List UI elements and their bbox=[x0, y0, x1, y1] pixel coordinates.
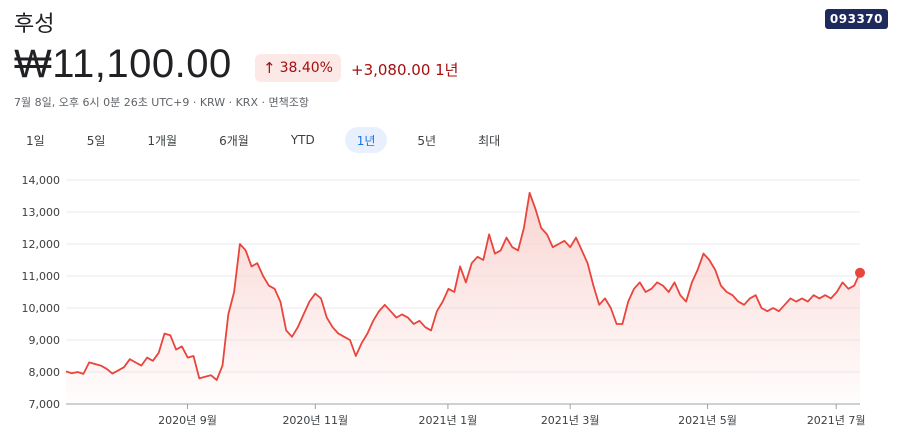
range-button-1[interactable]: 5일 bbox=[75, 127, 118, 153]
x-tick-label: 2020년 9월 bbox=[158, 414, 217, 427]
range-selector: 1일 5일 1개월 6개월 YTD 1년 5년 최대 bbox=[14, 127, 530, 153]
price-meta: 7월 8일, 오후 6시 0분 26초 UTC+9 · KRW · KRX · … bbox=[14, 96, 309, 109]
y-tick-label: 10,000 bbox=[22, 302, 61, 315]
y-tick-label: 11,000 bbox=[22, 270, 61, 283]
range-button-6[interactable]: 5년 bbox=[405, 127, 448, 153]
y-tick-label: 13,000 bbox=[22, 206, 61, 219]
y-tick-label: 8,000 bbox=[29, 366, 61, 379]
y-tick-label: 12,000 bbox=[22, 238, 61, 251]
range-button-4[interactable]: YTD bbox=[279, 127, 327, 153]
change-percent-value: 38.40% bbox=[279, 60, 333, 76]
x-tick-label: 2021년 5월 bbox=[678, 414, 737, 427]
y-tick-label: 14,000 bbox=[22, 174, 61, 187]
arrow-up-icon: ↑ bbox=[263, 59, 276, 77]
range-button-3[interactable]: 6개월 bbox=[207, 127, 261, 153]
range-button-2[interactable]: 1개월 bbox=[135, 127, 189, 153]
range-button-0[interactable]: 1일 bbox=[14, 127, 57, 153]
change-percent-badge: ↑ 38.40% bbox=[255, 54, 341, 82]
price-chart[interactable]: 14,000 13,000 12,000 11,000 10,000 9,000 8,000… bbox=[0, 168, 897, 444]
range-button-5[interactable]: 1년 bbox=[344, 127, 388, 153]
range-button-7[interactable]: 최대 bbox=[466, 127, 512, 153]
x-tick-label: 2021년 1월 bbox=[419, 414, 478, 427]
x-tick-label: 2021년 3월 bbox=[541, 414, 600, 427]
change-absolute: +3,080.00 1년 bbox=[351, 61, 459, 79]
y-tick-label: 7,000 bbox=[29, 398, 61, 411]
ticker-badge[interactable]: 093370 bbox=[824, 9, 888, 29]
current-price: ₩11,100.00 bbox=[14, 42, 232, 86]
price-area-fill bbox=[66, 192, 860, 404]
x-tick-label: 2020년 11월 bbox=[282, 414, 348, 427]
page-title: 후성 bbox=[14, 12, 55, 37]
x-tick-label: 2021년 7월 bbox=[807, 414, 866, 427]
last-price-point bbox=[855, 267, 865, 278]
y-tick-label: 9,000 bbox=[29, 334, 61, 347]
